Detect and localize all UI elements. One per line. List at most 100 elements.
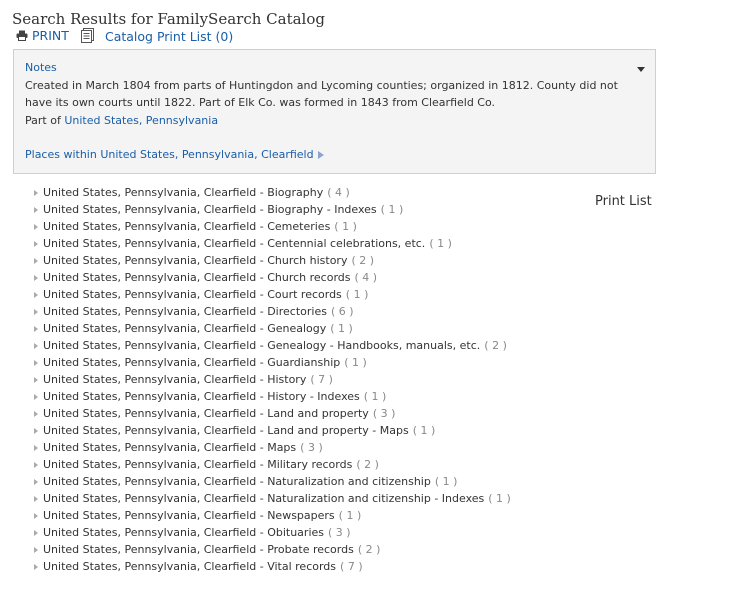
result-count: ( 1 ) — [434, 475, 458, 488]
part-of-line: Part of United States, Pennsylvania — [25, 114, 218, 127]
caret-right-icon — [34, 275, 38, 281]
catalog-print-list-label: Catalog Print List (0) — [104, 28, 234, 44]
caret-right-icon — [34, 258, 38, 264]
part-of-prefix: Part of — [25, 114, 61, 127]
result-count: ( 1 ) — [334, 220, 357, 233]
caret-right-icon — [34, 564, 38, 570]
caret-right-icon — [34, 445, 38, 451]
catalog-print-list-link[interactable]: Catalog Print List (0) — [80, 28, 233, 46]
caret-right-icon — [34, 411, 38, 417]
result-name: United States, Pennsylvania, Clearfield … — [43, 373, 307, 386]
result-item[interactable]: United States, Pennsylvania, Clearfield … — [34, 558, 511, 575]
result-name: United States, Pennsylvania, Clearfield … — [43, 220, 331, 233]
result-name: United States, Pennsylvania, Clearfield … — [43, 237, 426, 250]
caret-right-icon — [34, 326, 38, 332]
result-item[interactable]: United States, Pennsylvania, Clearfield … — [34, 422, 511, 439]
result-name: United States, Pennsylvania, Clearfield … — [43, 560, 337, 573]
result-name: United States, Pennsylvania, Clearfield … — [43, 322, 327, 335]
caret-right-icon — [34, 224, 38, 230]
result-count: ( 1 ) — [429, 237, 452, 250]
notes-label: Notes — [25, 61, 57, 74]
part-of-link[interactable]: United States, Pennsylvania — [64, 114, 218, 127]
result-item[interactable]: United States, Pennsylvania, Clearfield … — [34, 507, 511, 524]
caret-right-icon — [34, 479, 38, 485]
result-name: United States, Pennsylvania, Clearfield … — [43, 186, 324, 199]
result-item[interactable]: United States, Pennsylvania, Clearfield … — [34, 201, 511, 218]
result-count: ( 2 ) — [484, 339, 507, 352]
result-name: United States, Pennsylvania, Clearfield … — [43, 407, 369, 420]
result-item[interactable]: United States, Pennsylvania, Clearfield … — [34, 490, 511, 507]
result-item[interactable]: United States, Pennsylvania, Clearfield … — [34, 388, 511, 405]
result-name: United States, Pennsylvania, Clearfield … — [43, 424, 409, 437]
arrow-right-icon — [317, 151, 324, 159]
result-name: United States, Pennsylvania, Clearfield … — [43, 254, 348, 267]
places-within-link[interactable]: Places within United States, Pennsylvani… — [25, 148, 324, 161]
result-item[interactable]: United States, Pennsylvania, Clearfield … — [34, 541, 511, 558]
collapse-toggle-icon[interactable] — [637, 67, 645, 72]
result-name: United States, Pennsylvania, Clearfield … — [43, 390, 360, 403]
result-count: ( 3 ) — [300, 441, 323, 454]
result-item[interactable]: United States, Pennsylvania, Clearfield … — [34, 286, 511, 303]
result-item[interactable]: United States, Pennsylvania, Clearfield … — [34, 184, 511, 201]
caret-right-icon — [34, 530, 38, 536]
result-item[interactable]: United States, Pennsylvania, Clearfield … — [34, 456, 511, 473]
places-within-label: Places within United States, Pennsylvani… — [25, 148, 314, 161]
notes-panel: Notes Created in March 1804 from parts o… — [13, 49, 656, 174]
result-item[interactable]: United States, Pennsylvania, Clearfield … — [34, 269, 511, 286]
caret-right-icon — [34, 190, 38, 196]
result-count: ( 3 ) — [372, 407, 396, 420]
print-button[interactable]: PRINT — [16, 28, 69, 44]
result-name: United States, Pennsylvania, Clearfield … — [43, 509, 335, 522]
result-item[interactable]: United States, Pennsylvania, Clearfield … — [34, 337, 511, 354]
results-list: United States, Pennsylvania, Clearfield … — [34, 184, 511, 575]
result-count: ( 4 ) — [327, 186, 350, 199]
caret-right-icon — [34, 377, 38, 383]
result-item[interactable]: United States, Pennsylvania, Clearfield … — [34, 439, 511, 456]
caret-right-icon — [34, 343, 38, 349]
result-count: ( 1 ) — [380, 203, 404, 216]
result-name: United States, Pennsylvania, Clearfield … — [43, 492, 485, 505]
caret-right-icon — [34, 496, 38, 502]
page-title: Search Results for FamilySearch Catalog — [12, 10, 325, 28]
notes-text: Created in March 1804 from parts of Hunt… — [25, 79, 618, 109]
result-item[interactable]: United States, Pennsylvania, Clearfield … — [34, 473, 511, 490]
result-count: ( 4 ) — [354, 271, 378, 284]
result-name: United States, Pennsylvania, Clearfield … — [43, 356, 341, 369]
caret-right-icon — [34, 394, 38, 400]
result-name: United States, Pennsylvania, Clearfield … — [43, 441, 297, 454]
result-item[interactable]: United States, Pennsylvania, Clearfield … — [34, 320, 511, 337]
print-list-button[interactable]: Print List — [595, 194, 652, 209]
result-item[interactable]: United States, Pennsylvania, Clearfield … — [34, 218, 511, 235]
caret-right-icon — [34, 207, 38, 213]
result-count: ( 2 ) — [357, 543, 381, 556]
result-count: ( 1 ) — [345, 288, 369, 301]
result-name: United States, Pennsylvania, Clearfield … — [43, 271, 351, 284]
result-item[interactable]: United States, Pennsylvania, Clearfield … — [34, 252, 511, 269]
result-count: ( 7 ) — [340, 560, 363, 573]
caret-right-icon — [34, 241, 38, 247]
result-count: ( 1 ) — [338, 509, 362, 522]
caret-right-icon — [34, 462, 38, 468]
result-count: ( 1 ) — [412, 424, 436, 437]
caret-right-icon — [34, 547, 38, 553]
result-item[interactable]: United States, Pennsylvania, Clearfield … — [34, 235, 511, 252]
result-count: ( 1 ) — [488, 492, 511, 505]
result-name: United States, Pennsylvania, Clearfield … — [43, 203, 377, 216]
caret-right-icon — [34, 513, 38, 519]
result-count: ( 6 ) — [330, 305, 354, 318]
result-item[interactable]: United States, Pennsylvania, Clearfield … — [34, 371, 511, 388]
result-item[interactable]: United States, Pennsylvania, Clearfield … — [34, 524, 511, 541]
result-count: ( 1 ) — [344, 356, 367, 369]
result-item[interactable]: United States, Pennsylvania, Clearfield … — [34, 405, 511, 422]
result-count: ( 2 ) — [351, 254, 375, 267]
result-name: United States, Pennsylvania, Clearfield … — [43, 458, 353, 471]
result-name: United States, Pennsylvania, Clearfield … — [43, 475, 431, 488]
result-item[interactable]: United States, Pennsylvania, Clearfield … — [34, 303, 511, 320]
caret-right-icon — [34, 428, 38, 434]
result-count: ( 1 ) — [363, 390, 387, 403]
result-count: ( 3 ) — [328, 526, 351, 539]
result-item[interactable]: United States, Pennsylvania, Clearfield … — [34, 354, 511, 371]
caret-right-icon — [34, 292, 38, 298]
result-name: United States, Pennsylvania, Clearfield … — [43, 543, 354, 556]
result-count: ( 7 ) — [310, 373, 333, 386]
